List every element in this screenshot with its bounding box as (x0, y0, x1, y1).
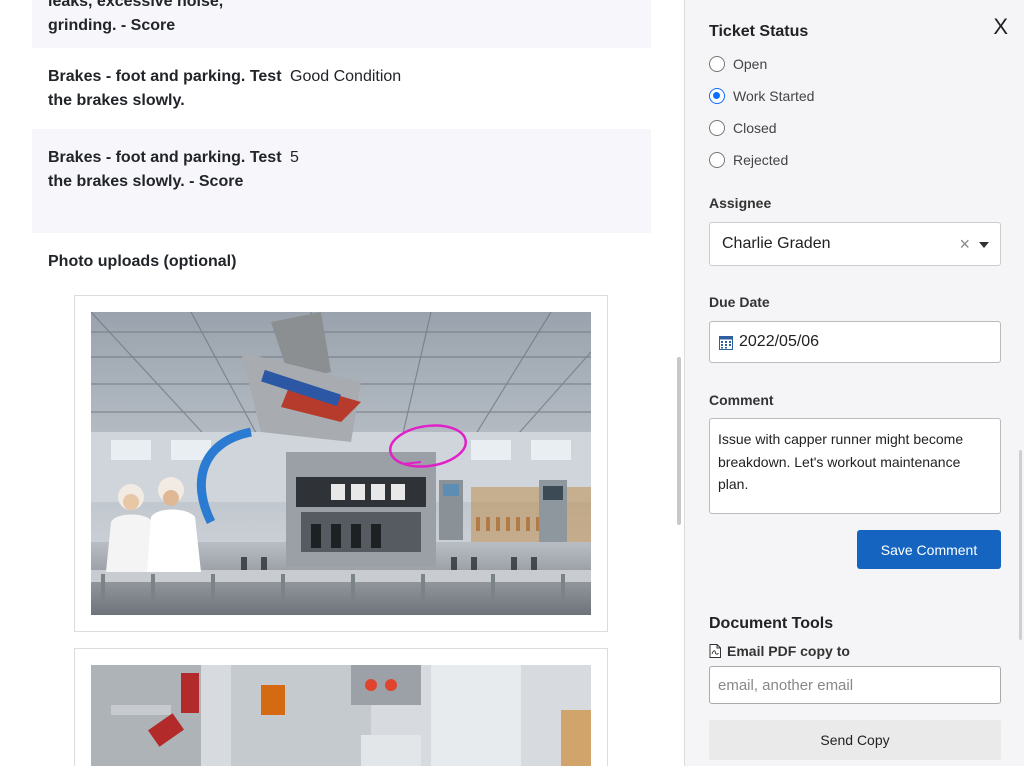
left-scrollbar[interactable] (677, 357, 681, 525)
chevron-down-icon[interactable] (979, 242, 989, 248)
due-date-value: 2022/05/06 (739, 333, 820, 350)
checklist-answer: 5 (290, 149, 299, 166)
photo-image[interactable] (91, 312, 591, 615)
due-date-label: Due Date (709, 294, 770, 310)
comment-textarea[interactable]: Issue with capper runner might become br… (709, 418, 1001, 514)
assignee-value: Charlie Graden (722, 235, 831, 252)
radio-label: Work Started (733, 88, 815, 104)
checklist-row: Brakes - foot and parking. Test the brak… (32, 48, 651, 128)
email-pdf-label: Email PDF copy to (709, 642, 850, 660)
due-date-input[interactable]: 2022/05/06 (709, 321, 1001, 363)
status-radio-open[interactable]: Open (709, 56, 767, 72)
radio-button[interactable] (709, 56, 725, 72)
radio-label: Rejected (733, 152, 789, 168)
ticket-status-title: Ticket Status (709, 23, 809, 40)
email-placeholder: email, another email (718, 676, 854, 694)
clear-icon[interactable]: × (959, 235, 970, 253)
close-button[interactable]: X (993, 14, 1008, 40)
checklist-question: Brakes - foot and parking. Test the brak… (48, 68, 282, 109)
radio-label: Open (733, 56, 768, 72)
checklist-row: Brakes - foot and parking. Test the brak… (32, 129, 651, 233)
ticket-side-panel: X Ticket Status Open Work Started Closed… (684, 0, 1024, 766)
calendar-icon (719, 335, 733, 350)
photo-card[interactable] (74, 295, 608, 632)
email-input[interactable]: email, another email (709, 666, 1001, 704)
photo-card[interactable] (74, 648, 608, 766)
checklist-row: leaks, excessive noise, grinding. - Scor… (32, 0, 651, 48)
radio-button[interactable] (709, 88, 725, 104)
assignee-select[interactable]: Charlie Graden × (709, 222, 1001, 266)
status-radio-rejected[interactable]: Rejected (709, 152, 788, 168)
photo-uploads-label: Photo uploads (optional) (48, 253, 237, 270)
status-radio-closed[interactable]: Closed (709, 120, 777, 136)
status-radio-work-started[interactable]: Work Started (709, 88, 814, 104)
radio-button[interactable] (709, 152, 725, 168)
photo-image[interactable] (91, 665, 591, 766)
checklist-answer: Good Condition (290, 68, 402, 85)
radio-button[interactable] (709, 120, 725, 136)
comment-label: Comment (709, 392, 774, 408)
right-scrollbar[interactable] (1019, 450, 1022, 640)
pdf-file-icon (709, 644, 721, 658)
save-comment-button[interactable]: Save Comment (857, 530, 1001, 569)
document-tools-title: Document Tools (709, 615, 834, 632)
send-copy-button[interactable]: Send Copy (709, 720, 1001, 760)
checklist-panel: leaks, excessive noise, grinding. - Scor… (0, 0, 684, 766)
radio-label: Closed (733, 120, 777, 136)
email-pdf-label-text: Email PDF copy to (727, 643, 850, 659)
assignee-label: Assignee (709, 195, 772, 211)
checklist-question: Brakes - foot and parking. Test the brak… (48, 149, 282, 190)
checklist-question: leaks, excessive noise, grinding. - Scor… (48, 0, 224, 34)
